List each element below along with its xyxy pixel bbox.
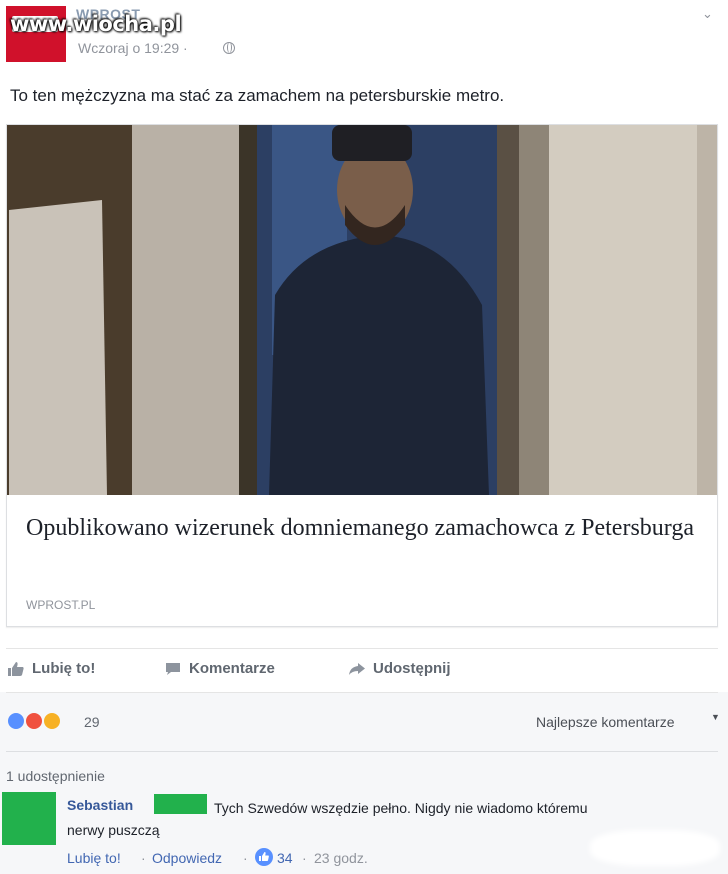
separator: · <box>302 850 307 866</box>
white-scribble <box>590 830 720 866</box>
caret-down-icon[interactable]: ▼ <box>711 712 720 722</box>
link-card-domain: WPROST.PL <box>26 598 96 612</box>
thumbs-up-icon <box>8 661 24 676</box>
like-badge-icon <box>255 848 273 866</box>
globe-icon <box>223 42 235 54</box>
comment-timestamp[interactable]: 23 godz. <box>314 850 368 866</box>
like-reaction-icon[interactable] <box>6 711 26 731</box>
share-count[interactable]: 1 udostępnienie <box>6 768 105 784</box>
comment-icon <box>166 662 180 675</box>
redaction-box <box>154 794 207 814</box>
separator: · <box>243 850 248 866</box>
divider <box>6 692 718 693</box>
comment-text: Tych Szwedów wszędzie pełno. Nigdy nie w… <box>214 800 588 816</box>
share-label: Udostępnij <box>373 660 451 677</box>
comment-reply-link[interactable]: Odpowiedz <box>152 850 222 866</box>
comment-like-count[interactable]: 34 <box>277 850 293 866</box>
comment-label: Komentarze <box>189 660 275 677</box>
link-card-image[interactable] <box>7 125 717 495</box>
comment-button[interactable]: Komentarze <box>165 660 275 677</box>
like-button[interactable]: Lubię to! <box>8 660 95 677</box>
like-label: Lubię to! <box>32 660 96 677</box>
haha-reaction-icon[interactable] <box>42 711 62 731</box>
share-arrow-icon <box>349 662 365 675</box>
post-text: To ten mężczyzna ma stać za zamachem na … <box>10 86 505 105</box>
comment-author[interactable]: Sebastian <box>67 797 133 813</box>
watermark: www.wiocha.pl <box>10 12 182 36</box>
comment-like-link[interactable]: Lubię to! <box>67 850 121 866</box>
share-button[interactable]: Udostępnij <box>349 660 451 677</box>
comment-text-continued: nerwy puszczą <box>67 822 160 838</box>
comment-sort-dropdown[interactable]: Najlepsze komentarze <box>536 714 675 730</box>
avatar[interactable] <box>2 792 56 845</box>
link-card-title[interactable]: Opublikowano wizerunek domniemanego zama… <box>26 512 706 544</box>
post-timestamp[interactable]: Wczoraj o 19:29 · <box>78 40 188 56</box>
divider <box>6 751 718 752</box>
divider <box>6 648 718 649</box>
chevron-down-icon[interactable]: ⌄ <box>702 6 713 22</box>
separator: · <box>141 850 146 866</box>
angry-reaction-icon[interactable] <box>24 711 44 731</box>
reaction-count[interactable]: 29 <box>84 714 100 730</box>
